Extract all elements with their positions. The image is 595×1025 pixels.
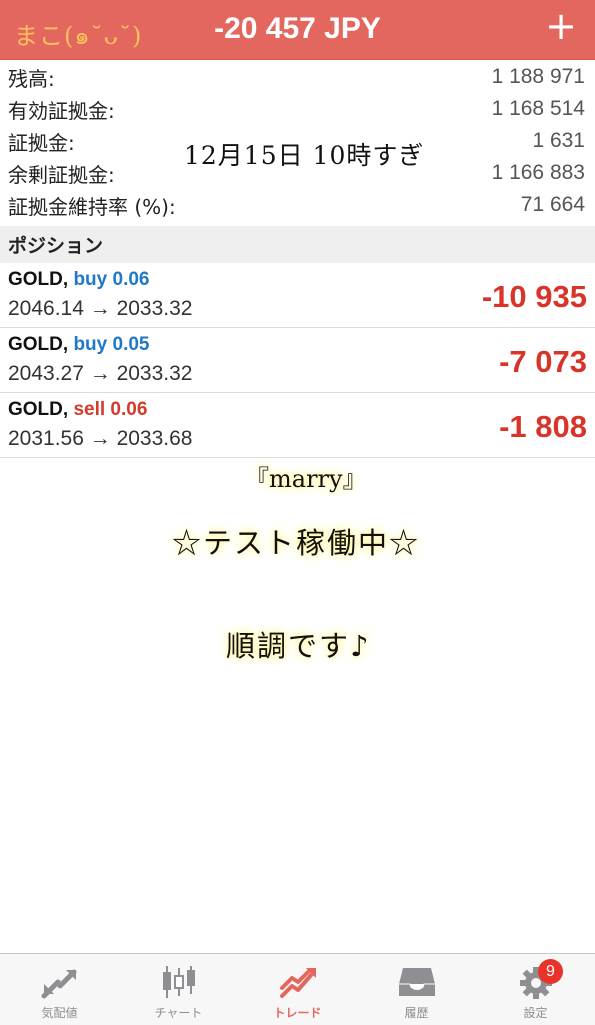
notification-badge: 9 <box>538 959 563 984</box>
history-inbox-icon <box>398 968 435 996</box>
position-row[interactable]: GOLD, sell 0.06 2031.56 → 2033.68 -1 808 <box>0 393 595 458</box>
summary-value: 1 168 514 <box>491 97 585 120</box>
position-direction: sell 0.06 <box>73 399 148 420</box>
tab-label: 履歴 <box>404 1006 429 1020</box>
top-bar: まこ(๑˘ᴗ˘) -20 457 JPY + <box>0 0 595 60</box>
tab-label: チャート <box>154 1006 203 1020</box>
summary-row-equity: 有効証拠金: 1 168 514 <box>0 93 595 125</box>
position-symbol-line: GOLD, buy 0.05 <box>8 334 150 356</box>
summary-value: 1 166 883 <box>491 161 585 184</box>
position-prices: 2031.56 → 2033.68 <box>8 427 193 450</box>
summary-label: 証拠金: <box>8 130 75 155</box>
trade-trend-icon <box>279 968 316 998</box>
handwritten-marry-note: 『marry』 <box>245 465 367 493</box>
summary-value: 71 664 <box>520 193 585 216</box>
handwritten-date-note: 12月15日 10時すぎ <box>184 141 425 170</box>
position-symbol: GOLD, <box>8 399 69 420</box>
tab-quotes[interactable]: 気配値 <box>0 954 119 1025</box>
bottom-tab-bar: 気配値 チャート トレード 履歴 9 設定 <box>0 953 595 1025</box>
positions-section-header: ポジション <box>0 226 595 263</box>
position-symbol-line: GOLD, sell 0.06 <box>8 399 147 421</box>
section-title: ポジション <box>8 235 104 257</box>
position-symbol-line: GOLD, buy 0.06 <box>8 269 150 291</box>
summary-label: 有効証拠金: <box>8 98 115 123</box>
position-row[interactable]: GOLD, buy 0.06 2046.14 → 2033.32 -10 935 <box>0 263 595 328</box>
summary-label: 証拠金維持率 (%): <box>8 194 176 219</box>
position-direction: buy 0.06 <box>73 269 150 290</box>
tab-label: 気配値 <box>41 1006 78 1020</box>
quotes-arrows-icon <box>41 969 76 999</box>
summary-value: 1 188 971 <box>491 65 585 88</box>
summary-row-balance: 残高: 1 188 971 <box>0 61 595 93</box>
position-profit: -10 935 <box>481 279 587 314</box>
position-profit: -1 808 <box>499 409 587 444</box>
summary-value: 1 631 <box>532 129 585 152</box>
position-prices: 2046.14 → 2033.32 <box>8 297 193 320</box>
summary-label: 残高: <box>8 66 55 91</box>
plus-icon[interactable]: + <box>545 6 577 46</box>
position-row[interactable]: GOLD, buy 0.05 2043.27 → 2033.32 -7 073 <box>0 328 595 393</box>
total-profit: -20 457 JPY <box>214 12 381 45</box>
position-symbol: GOLD, <box>8 269 69 290</box>
tab-trade[interactable]: トレード <box>238 954 357 1025</box>
position-profit: -7 073 <box>499 344 587 379</box>
tab-label: 設定 <box>523 1006 548 1020</box>
position-prices: 2043.27 → 2033.32 <box>8 362 193 385</box>
candlestick-chart-icon <box>162 966 195 998</box>
summary-row-margin-level: 証拠金維持率 (%): 71 664 <box>0 189 595 221</box>
summary-label: 余剰証拠金: <box>8 162 115 187</box>
handwritten-test-note: ☆テスト稼働中☆ <box>172 526 421 560</box>
tab-history[interactable]: 履歴 <box>357 954 476 1025</box>
position-symbol: GOLD, <box>8 334 69 355</box>
tab-settings[interactable]: 9 設定 <box>476 954 595 1025</box>
position-direction: buy 0.05 <box>73 334 150 355</box>
tab-label: トレード <box>273 1006 322 1020</box>
positions-list: GOLD, buy 0.06 2046.14 → 2033.32 -10 935… <box>0 263 595 458</box>
tab-chart[interactable]: チャート <box>119 954 238 1025</box>
handwritten-smooth-note: 順調です♪ <box>226 629 371 663</box>
